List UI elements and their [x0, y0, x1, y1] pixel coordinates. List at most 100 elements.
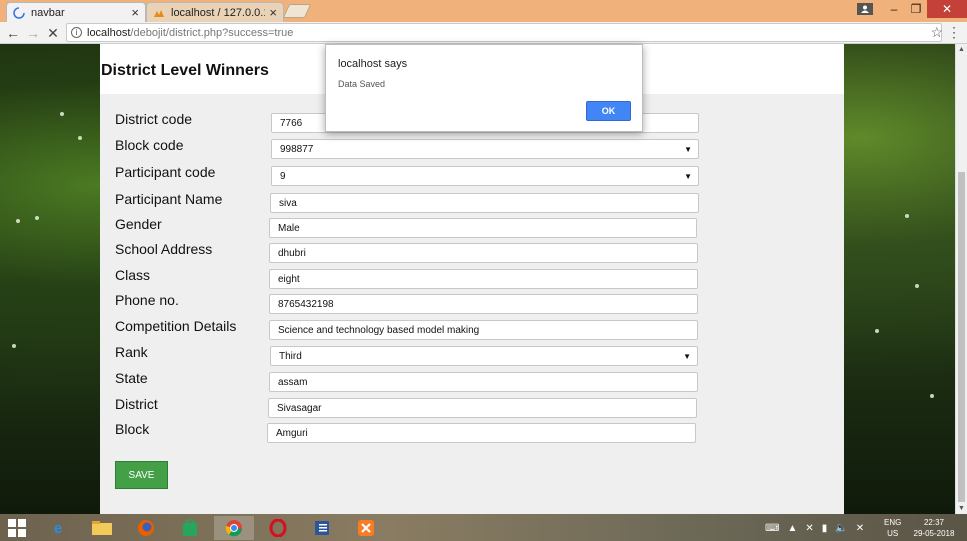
field-value: Third [279, 350, 302, 362]
xampp-icon[interactable] [346, 516, 386, 540]
field-value: eight [278, 273, 300, 285]
field-label: District code [115, 111, 193, 127]
block-code-select[interactable]: 998877 ▼ [271, 139, 699, 159]
url-host: localhost [87, 26, 131, 39]
close-window-button[interactable]: ✕ [927, 0, 967, 18]
dropdown-caret-icon: ▼ [683, 351, 691, 361]
battery-icon[interactable]: ▮ [822, 523, 828, 534]
scroll-thumb[interactable] [958, 172, 965, 502]
background-dewdrop [875, 329, 879, 333]
language-code: ENG [884, 518, 902, 527]
gender-input[interactable]: Male [269, 218, 697, 238]
taskbar-clock[interactable]: 22:37 29-05-2018 [910, 517, 958, 539]
dropdown-caret-icon: ▼ [684, 171, 692, 181]
form-row-gender: Gender Male [115, 216, 805, 238]
internet-explorer-icon[interactable]: e [38, 516, 78, 540]
background-dewdrop [12, 344, 16, 348]
form-row-class: Class eight [115, 267, 805, 289]
background-dewdrop [16, 219, 20, 223]
scroll-up-arrow-icon[interactable]: ▲ [958, 46, 965, 53]
bookmark-star-icon[interactable]: ☆ [930, 24, 943, 41]
state-input[interactable]: assam [269, 372, 698, 392]
browser-toolbar: ← → ✕ i localhost/debojit/district.php?s… [0, 22, 967, 44]
background-dewdrop [915, 284, 919, 288]
opera-icon[interactable] [258, 516, 298, 540]
background-dewdrop [905, 214, 909, 218]
address-bar[interactable]: i localhost/debojit/district.php?success… [66, 23, 942, 42]
scroll-down-arrow-icon[interactable]: ▼ [958, 505, 965, 512]
volume-icon[interactable]: 🔈 [835, 523, 847, 534]
save-button[interactable]: SAVE [115, 461, 168, 489]
competition-details-input[interactable]: Science and technology based model makin… [269, 320, 698, 340]
background-dewdrop [78, 136, 82, 140]
phone-input[interactable]: 8765432198 [269, 294, 698, 314]
clock-date: 29-05-2018 [913, 529, 955, 538]
form-row-state: State assam [115, 370, 805, 392]
form-row-block-code: Block code 998877 ▼ [115, 137, 805, 159]
field-label: Block [115, 421, 150, 437]
background-dewdrop [35, 216, 39, 220]
block-input[interactable]: Amguri [267, 423, 696, 443]
tab-close-icon[interactable]: × [269, 5, 277, 20]
field-value: siva [279, 197, 297, 209]
field-value: Sivasagar [277, 402, 322, 414]
school-address-input[interactable]: dhubri [269, 243, 698, 263]
form-row-phone: Phone no. 8765432198 [115, 292, 805, 314]
clock-time: 22:37 [923, 518, 945, 527]
field-value: 7766 [280, 117, 303, 129]
firefox-icon[interactable] [126, 516, 166, 540]
action-center-icon[interactable]: ✕ [856, 523, 864, 534]
restore-button[interactable]: ❐ [905, 0, 927, 18]
language-indicator[interactable]: ENG US [884, 517, 901, 539]
form-row-block: Block Amguri [115, 421, 805, 443]
minimize-button[interactable]: – [883, 0, 905, 18]
tab-label: localhost / 127.0.0.1 / abc [171, 6, 266, 19]
form-row-participant-name: Participant Name siva [115, 191, 805, 213]
background-dewdrop [60, 112, 64, 116]
rank-select[interactable]: Third ▼ [270, 346, 698, 366]
district-input[interactable]: Sivasagar [268, 398, 697, 418]
show-hidden-icons-arrow-icon[interactable]: ▲ [787, 523, 797, 534]
field-label: District [115, 396, 158, 412]
field-label: Rank [115, 344, 148, 360]
window-controls: – ❐ ✕ [857, 0, 967, 18]
back-arrow-icon[interactable]: ← [4, 24, 22, 42]
tab-close-icon[interactable]: × [131, 5, 139, 20]
field-label: Gender [115, 216, 162, 232]
chrome-icon[interactable] [214, 516, 254, 540]
class-input[interactable]: eight [269, 269, 698, 289]
field-value: Male [278, 222, 300, 234]
dropdown-caret-icon: ▼ [684, 144, 692, 154]
browser-menu-icon[interactable]: ⋮ [947, 24, 961, 41]
field-value: Science and technology based model makin… [278, 324, 480, 336]
windows-start-icon[interactable] [8, 519, 26, 537]
form-row-district: District Sivasagar [115, 396, 805, 418]
stop-loading-icon[interactable]: ✕ [44, 24, 62, 42]
field-label: Block code [115, 137, 184, 153]
word-icon[interactable] [302, 516, 342, 540]
field-label: School Address [115, 241, 213, 257]
ok-button[interactable]: OK [586, 101, 631, 121]
form-row-competition-details: Competition Details Science and technolo… [115, 318, 805, 340]
new-tab-button[interactable] [282, 4, 312, 18]
page-scrollbar[interactable]: ▲ ▼ [955, 44, 967, 514]
store-icon[interactable] [170, 516, 210, 540]
field-label: State [115, 370, 148, 386]
participant-code-select[interactable]: 9 ▼ [271, 166, 699, 186]
network-icon[interactable]: ✕ [805, 523, 813, 534]
tab-phpmyadmin[interactable]: localhost / 127.0.0.1 / abc × [146, 2, 284, 22]
browser-titlebar: navbar × localhost / 127.0.0.1 / abc × –… [0, 0, 967, 22]
tab-label: navbar [31, 6, 65, 19]
field-label: Class [115, 267, 151, 283]
field-value: Amguri [276, 427, 308, 439]
keyboard-icon[interactable]: ⌨ [765, 523, 779, 534]
tab-navbar[interactable]: navbar × [6, 2, 146, 22]
profile-icon[interactable] [857, 3, 873, 15]
participant-name-input[interactable]: siva [270, 193, 699, 213]
background-dewdrop [930, 394, 934, 398]
file-explorer-icon[interactable] [82, 516, 122, 540]
site-info-icon[interactable]: i [71, 27, 82, 38]
dialog-message: Data Saved [338, 79, 386, 89]
system-tray: ⌨ ▲ ✕ ▮ 🔈 ✕ [765, 519, 864, 537]
forward-arrow-icon[interactable]: → [24, 24, 42, 42]
